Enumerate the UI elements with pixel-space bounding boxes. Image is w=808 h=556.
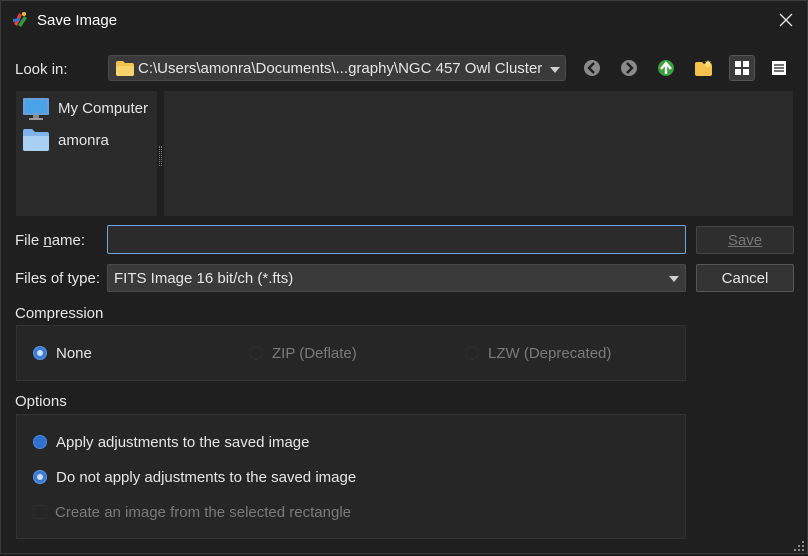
window-title: Save Image [37,12,118,29]
cancel-button-label: Cancel [721,269,769,287]
forward-arrow-icon[interactable] [616,55,642,81]
title-bar: Save Image [1,1,807,39]
radio-none[interactable] [33,346,47,360]
save-button[interactable]: Save [696,226,794,254]
files-of-type-combobox[interactable]: FITS Image 16 bit/ch (*.fts) [107,264,686,292]
computer-icon [22,97,50,125]
sidebar-item-label: amonra [58,132,109,149]
create-from-rectangle-label: Create an image from the selected rectan… [55,504,351,521]
create-from-rectangle-checkbox[interactable] [33,505,47,519]
radio-zip-label: ZIP (Deflate) [272,345,357,362]
radio-lzw[interactable] [465,346,479,360]
options-group-title: Options [15,393,67,410]
list-view-icon[interactable] [729,55,755,81]
cancel-button[interactable]: Cancel [696,264,794,292]
compression-group: None ZIP (Deflate) LZW (Deprecated) [16,325,686,381]
radio-apply-adjustments[interactable] [33,435,47,449]
look-in-label: Look in: [15,61,68,78]
radio-zip[interactable] [249,346,263,360]
compression-group-title: Compression [15,305,104,322]
up-arrow-icon[interactable] [653,55,679,81]
back-arrow-icon[interactable] [579,55,605,81]
file-name-label: File name: [15,232,86,249]
app-logo-icon [11,10,29,28]
resize-grip-icon[interactable] [793,539,805,551]
radio-apply-adjustments-label: Apply adjustments to the saved image [56,434,310,451]
save-image-dialog: Save Image Look in: C:\Users\amonra\Docu… [0,0,808,554]
places-sidebar: My Computer amonra [16,91,157,216]
sidebar-item-my-computer[interactable]: My Computer [22,94,154,122]
look-in-combobox[interactable]: C:\Users\amonra\Documents\...graphy\NGC … [108,55,566,81]
radio-none-label: None [56,345,92,362]
folder-icon [22,128,50,156]
save-button-label: Save [727,231,763,249]
chevron-down-icon [669,276,679,282]
look-in-path: C:\Users\amonra\Documents\...graphy\NGC … [138,60,543,77]
new-folder-icon[interactable] [691,55,717,81]
sidebar-item-label: My Computer [58,100,149,117]
files-of-type-label: Files of type: [15,270,101,287]
chevron-down-icon [550,67,560,73]
radio-do-not-apply-adjustments-label: Do not apply adjustments to the saved im… [56,469,357,486]
file-list-view[interactable] [164,91,793,216]
radio-do-not-apply-adjustments[interactable] [33,470,47,484]
radio-lzw-label: LZW (Deprecated) [488,345,612,362]
close-icon[interactable] [773,9,799,31]
folder-icon [116,61,134,80]
detail-view-icon[interactable] [766,55,792,81]
sidebar-item-amonra[interactable]: amonra [22,126,154,154]
options-group: Apply adjustments to the saved image Do … [16,414,686,539]
file-name-input[interactable] [107,225,686,254]
files-of-type-value: FITS Image 16 bit/ch (*.fts) [114,270,294,287]
sidebar-splitter-handle[interactable] [159,146,162,166]
